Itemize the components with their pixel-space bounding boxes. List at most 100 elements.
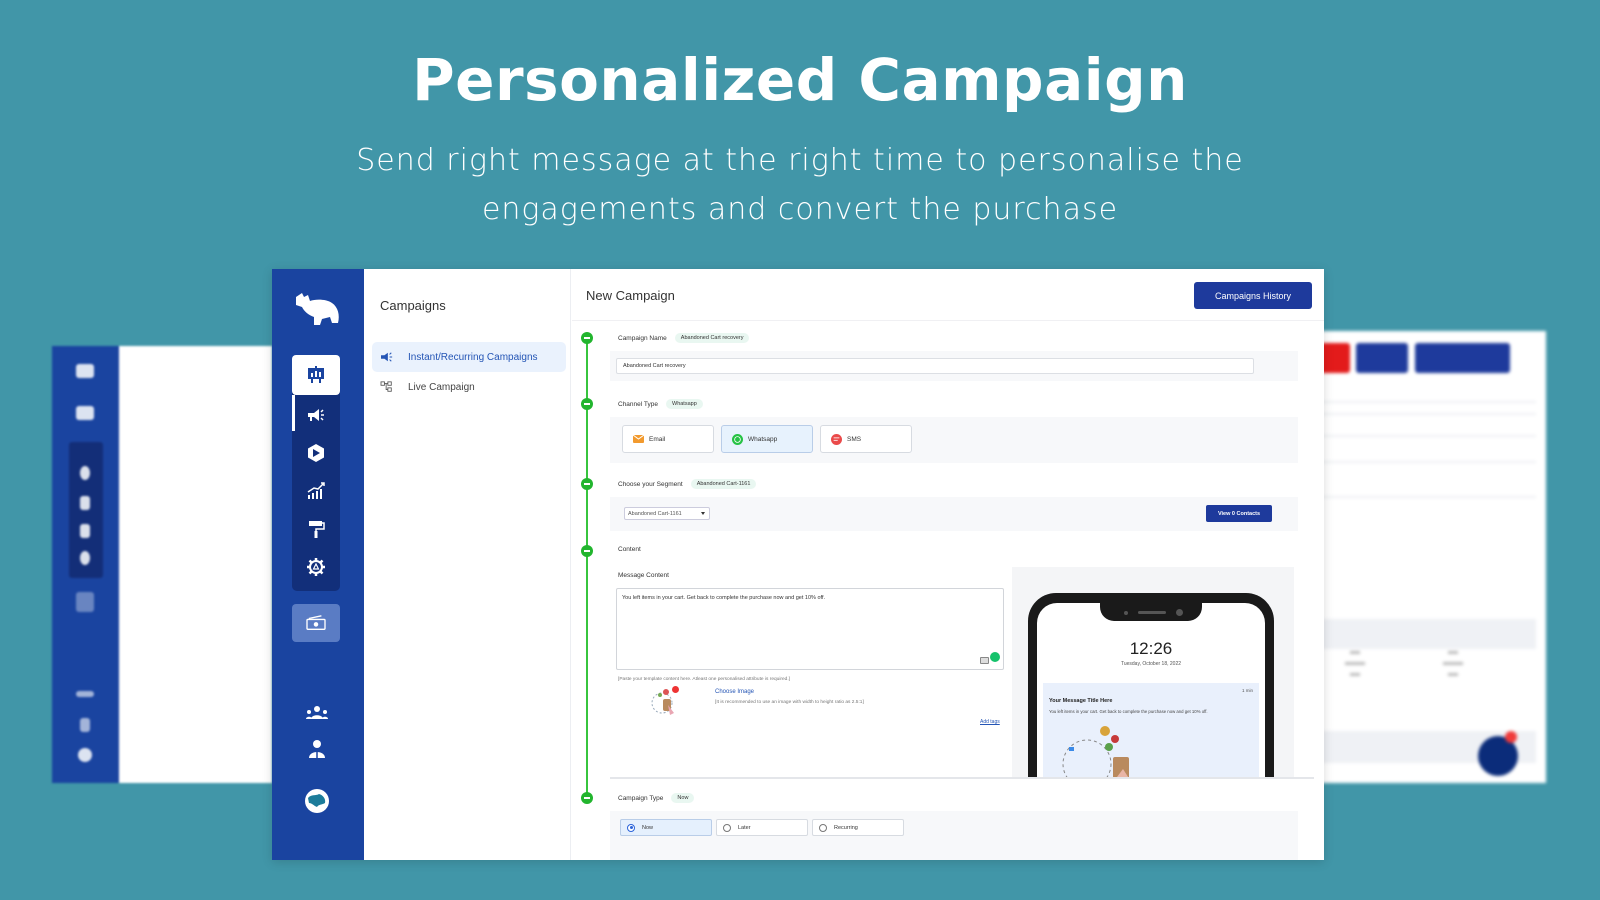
message-content-label: Message Content — [618, 572, 669, 579]
settings-gear-icon — [307, 558, 325, 576]
cash-icon — [76, 592, 94, 612]
template-icon[interactable] — [980, 657, 989, 664]
background-band — [1300, 619, 1536, 649]
subnav-item-label: Live Campaign — [408, 381, 475, 393]
campaign-type-chip: Now — [671, 793, 695, 803]
radio-button-icon — [819, 823, 827, 832]
phone-mockup: 12:26 Tuesday, October 18, 2022 1 min Yo… — [1028, 593, 1274, 779]
message-content-textarea[interactable]: You left items in your cart. Get back to… — [616, 588, 1004, 670]
campaign-name-label: Campaign Name Abandoned Cart recovery — [618, 333, 750, 343]
campaign-type-later[interactable]: Later — [716, 819, 808, 836]
background-divider — [1300, 435, 1536, 437]
view-contacts-button[interactable]: View 0 Contacts — [1206, 505, 1272, 522]
preview-date: Tuesday, October 18, 2022 — [1120, 661, 1182, 667]
team-icon — [76, 691, 94, 697]
notification-body: You left items in your cart. Get back to… — [1049, 709, 1208, 714]
background-divider — [1300, 401, 1536, 403]
subnav-item-live-campaign[interactable]: Live Campaign — [372, 372, 566, 402]
hippo-logo-icon[interactable] — [292, 289, 342, 329]
channel-option-email[interactable]: Email — [622, 425, 714, 453]
presentation-chart-icon — [308, 366, 324, 383]
growth-chart-icon — [307, 482, 325, 499]
background-rail — [52, 346, 119, 783]
rail-nav-group — [292, 355, 340, 591]
paint-roller-icon — [309, 521, 325, 538]
rail-item-analytics[interactable] — [292, 471, 340, 511]
channel-option-label: Email — [649, 435, 666, 443]
cash-icon — [306, 615, 326, 630]
step-indicator-icon — [581, 478, 593, 490]
rail-item-team[interactable] — [294, 697, 340, 729]
add-tags-link[interactable]: Add tags — [980, 719, 1000, 725]
segment-panel: Abandoned Cart-1161 View 0 Contacts — [610, 497, 1298, 531]
content-label: Content — [618, 546, 641, 553]
channel-option-sms[interactable]: SMS — [820, 425, 912, 453]
radio-option-label: Now — [642, 824, 654, 831]
sms-icon — [831, 433, 842, 445]
segment-label: Choose your Segment Abandoned Cart-1161 — [618, 479, 757, 489]
radio-option-label: Later — [738, 824, 751, 831]
phone-notch — [1100, 603, 1202, 621]
image-ratio-hint: [It is recommended to use an image with … — [715, 700, 864, 705]
segment-select[interactable]: Abandoned Cart-1161 — [624, 507, 710, 520]
background-stat: ▬ ▬▬ ▬ — [1443, 646, 1463, 679]
channel-option-whatsapp[interactable]: Whatsapp — [721, 425, 813, 453]
background-divider — [1300, 461, 1536, 463]
remove-image-icon[interactable] — [672, 686, 679, 693]
rail-item-language[interactable] — [294, 785, 340, 817]
rail-item-design[interactable] — [292, 509, 340, 549]
rail-item-profile[interactable] — [294, 733, 340, 765]
background-divider — [1300, 496, 1536, 498]
step-indicator-icon — [581, 792, 593, 804]
presentation-chart-icon — [76, 406, 94, 420]
message-preview-card: 12:26 Tuesday, October 18, 2022 1 min Yo… — [1012, 567, 1294, 779]
campaign-name-label-text: Campaign Name — [618, 334, 667, 342]
icon-rail — [272, 269, 364, 860]
background-view-contacts-button — [1415, 343, 1510, 373]
radio-option-label: Recurring — [834, 824, 858, 831]
phone-screen: 12:26 Tuesday, October 18, 2022 1 min Yo… — [1037, 603, 1265, 779]
hero-subtitle: Send right message at the right time to … — [356, 143, 1244, 227]
rail-item-dashboard[interactable] — [292, 355, 340, 395]
preview-notification: 1 min Your Message Title Here You left i… — [1043, 683, 1259, 779]
background-save-button — [1356, 343, 1408, 373]
rail-item-settings[interactable] — [292, 547, 340, 587]
user-profile-icon — [80, 718, 90, 732]
step-indicator-icon — [581, 398, 593, 410]
channel-type-panel: Email Whatsapp SMS — [610, 417, 1298, 463]
step-indicator-icon — [581, 545, 593, 557]
channel-type-chip: Whatsapp — [666, 399, 703, 409]
globe-icon — [305, 789, 329, 813]
section-divider — [610, 777, 1314, 779]
rail-item-billing[interactable] — [292, 604, 340, 642]
hero-title: Personalized Campaign — [412, 46, 1188, 114]
segment-chip: Abandoned Cart-1161 — [690, 479, 757, 489]
subnav-title: Campaigns — [380, 298, 446, 313]
grammarly-icon[interactable] — [990, 652, 1000, 662]
channel-option-label: SMS — [847, 435, 862, 443]
campaign-type-now[interactable]: Now — [620, 819, 712, 836]
channel-type-label: Channel Type Whatsapp — [618, 399, 703, 409]
background-divider — [1300, 413, 1536, 415]
choose-image-link[interactable]: Choose Image — [715, 689, 754, 695]
subnav-item-label: Instant/Recurring Campaigns — [408, 351, 538, 363]
message-hint: [Paste your template content here. Atlea… — [618, 677, 790, 682]
chevron-down-icon — [701, 512, 705, 515]
user-profile-icon — [309, 740, 325, 758]
campaign-name-chip: Abandoned Cart recovery — [674, 333, 750, 343]
preview-clock: 12:26 — [1129, 639, 1173, 658]
campaigns-history-button[interactable]: Campaigns History — [1194, 282, 1312, 309]
campaign-type-label-text: Campaign Type — [618, 794, 664, 802]
app-window: Campaigns Instant/Recurring Campaigns Li… — [272, 269, 1324, 860]
rail-item-automation[interactable] — [292, 433, 340, 473]
campaign-type-recurring[interactable]: Recurring — [812, 819, 904, 836]
play-hexagon-icon — [308, 444, 324, 462]
campaign-name-input[interactable]: Abandoned Cart recovery — [616, 358, 1254, 374]
notification-time: 1 min — [1241, 688, 1253, 693]
segment-label-text: Choose your Segment — [618, 480, 683, 488]
subnav-item-instant-recurring[interactable]: Instant/Recurring Campaigns — [372, 342, 566, 372]
background-window-right: ▬ ▬▬ ▬ ▬ ▬▬ ▬ — [1300, 331, 1546, 783]
new-campaign-form: New Campaign Campaigns History Campaign … — [572, 269, 1324, 860]
background-stat: ▬ ▬▬ ▬ — [1345, 646, 1365, 679]
rail-item-campaigns[interactable] — [292, 395, 340, 435]
